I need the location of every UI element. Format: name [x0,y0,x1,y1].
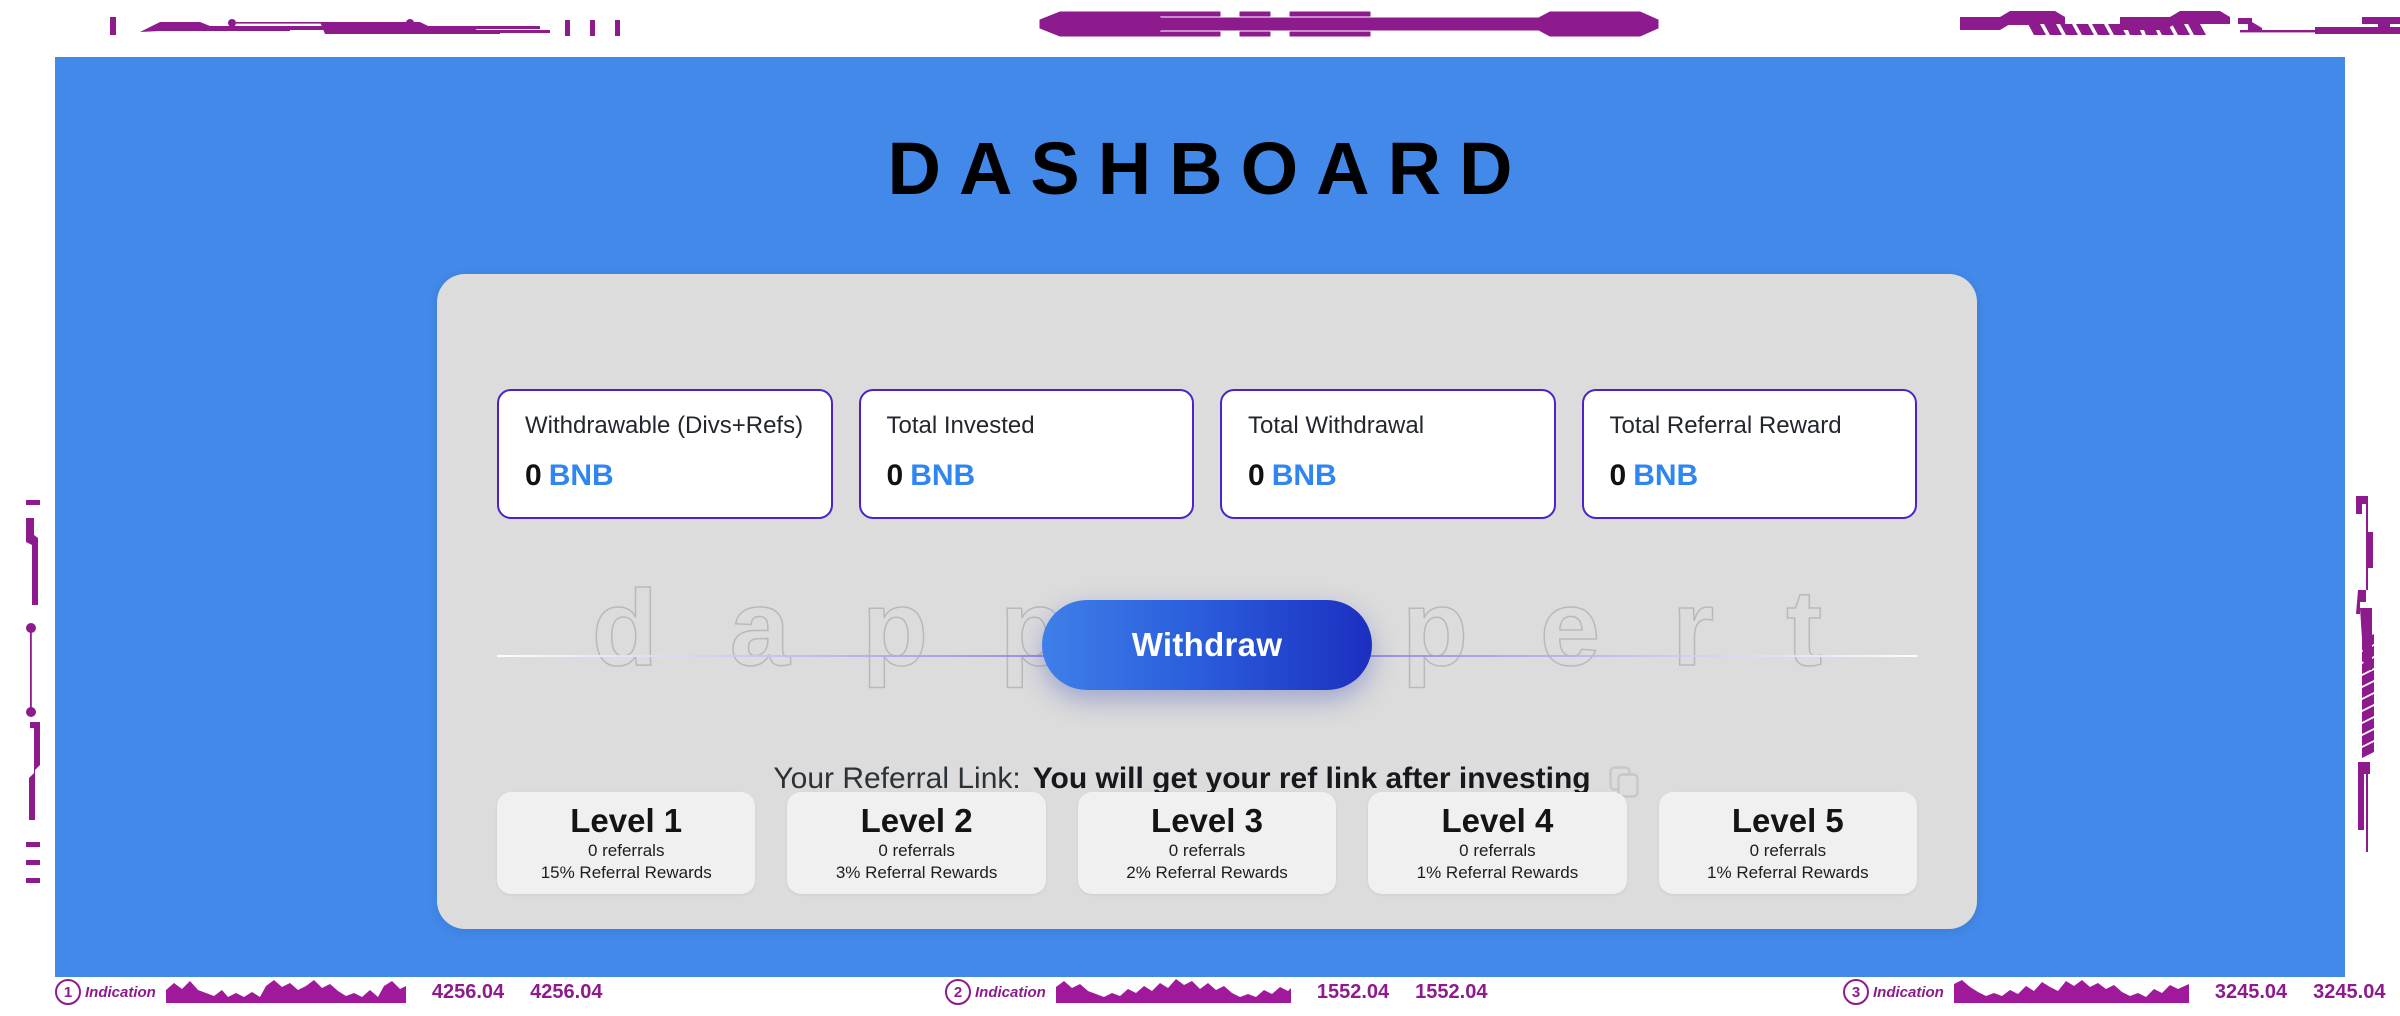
left-edge-decoration [0,490,60,890]
stat-card-withdrawable: Withdrawable (Divs+Refs) 0 BNB [497,389,833,519]
level-referrals: 0 referrals [1168,841,1246,861]
stat-label: Withdrawable (Divs+Refs) [525,412,804,439]
indication-badge: 1 [55,979,81,1005]
level-rewards: 2% Referral Rewards [1126,862,1288,882]
referral-link-value: You will get your ref link after investi… [1032,762,1591,795]
stat-label: Total Invested [886,412,1035,439]
stat-amount: 0 [886,459,904,492]
sparkline-graph [165,979,406,1003]
withdraw-button[interactable]: Withdraw [1042,600,1372,690]
indication-badge: 2 [945,979,971,1005]
sparkline-graph [1055,978,1291,1003]
stat-unit: BNB [1271,459,1337,492]
level-rewards: 1% Referral Rewards [1707,862,1869,882]
indication-badge: 3 [1843,979,1869,1005]
indication-label: Indication [1873,983,1944,1001]
indication-group-1: 1 Indication 4256.04 4256.04 [55,976,602,1008]
dashboard-panel: dappexpert Withdrawable (Divs+Refs) 0BNB… [437,274,1977,929]
level-referrals: 0 referrals [1749,841,1827,861]
stat-unit: BNB [1633,459,1699,492]
stat-unit: BNB [910,459,976,492]
screen-root: DASHBOARD dappexpert Withdrawable (Divs+… [0,0,2400,1016]
level-card-1: Level 1 0 referrals 15% Referral Rewards [497,792,756,894]
indication-group-2: 2 Indication 1552.04 1552.04 [945,976,1487,1008]
stat-value: 0 BNB [887,459,976,493]
indication-sparkline [1953,977,2189,1008]
level-card-3: Level 3 0 referrals 2% Referral Rewards [1077,792,1337,894]
level-title: Level 3 [1151,802,1263,839]
level-title: Level 5 [1731,802,1844,839]
level-referrals: 0 referrals [587,841,665,861]
level-referrals: 0 referrals [878,841,955,861]
stat-amount: 0 [1248,459,1265,492]
page-title: DASHBOARD [887,127,1531,210]
dashboard-page: DASHBOARD dappexpert Withdrawable (Divs+… [55,57,2345,977]
indication-strip: 1 Indication 4256.04 4256.04 2 Indicatio… [0,960,2400,1016]
level-title: Level 4 [1441,802,1554,839]
stat-card-total-withdrawal: Total Withdrawal 0 BNB [1220,389,1556,519]
indication-label: Indication [975,983,1046,1001]
stat-card-total-invested: Total Invested 0 BNB [858,389,1194,519]
stat-amount: 0 [525,459,542,492]
stat-card-total-referral-reward: Total Referral Reward 0 BNB [1581,389,1917,519]
left-edge-graphics [26,500,40,883]
level-title: Level 1 [570,802,683,839]
level-rewards: 15% Referral Rewards [540,862,712,882]
indication-label: Indication [85,983,156,1001]
sparkline-graph [1953,979,2189,1003]
level-card-2: Level 2 0 referrals 3% Referral Rewards [787,792,1046,894]
stat-value: 0 BNB [525,459,614,493]
indication-sparkline [1055,977,1291,1008]
stat-value: 0 BNB [1248,459,1337,493]
stat-value: 0 BNB [1610,459,1699,493]
right-edge-graphics [2356,496,2374,852]
level-rewards: 3% Referral Rewards [835,862,998,882]
stats-row: Withdrawable (Divs+Refs) 0 BNB Total Inve… [497,389,1917,519]
stat-label: Total Withdrawal [1248,412,1425,439]
indication-value-b: 3245.04 [2313,980,2386,1003]
level-card-5: Level 5 0 referrals 1% Referral Rewards [1658,792,1918,894]
indication-sparkline [165,977,406,1008]
stat-unit: BNB [548,459,614,492]
stat-amount: 0 [1609,459,1627,492]
top-decoration-strip [0,0,2400,40]
level-referrals: 0 referrals [1459,841,1536,861]
levels-row: Level 1 0 referrals 15% Referral Rewards… [497,792,1918,894]
stat-label: Total Referral Reward [1609,412,1842,439]
indication-value-a: 3245.04 [2214,980,2288,1003]
level-card-4: Level 4 0 referrals 1% Referral Rewards [1368,792,1627,894]
referral-link-label: Your Referral Link: [773,762,1021,795]
indication-value-b: 4256.04 [530,980,603,1003]
right-edge-decoration [2340,490,2400,890]
indication-value-b: 1552.04 [1415,980,1488,1003]
indication-value-a: 4256.04 [431,980,505,1003]
indication-value-a: 1552.04 [1316,980,1390,1003]
indication-group-3: 3 Indication 3245.04 3245.04 [1843,976,2385,1008]
level-rewards: 1% Referral Rewards [1416,862,1579,882]
level-title: Level 2 [860,802,973,839]
top-decoration-graphics [110,11,2400,37]
